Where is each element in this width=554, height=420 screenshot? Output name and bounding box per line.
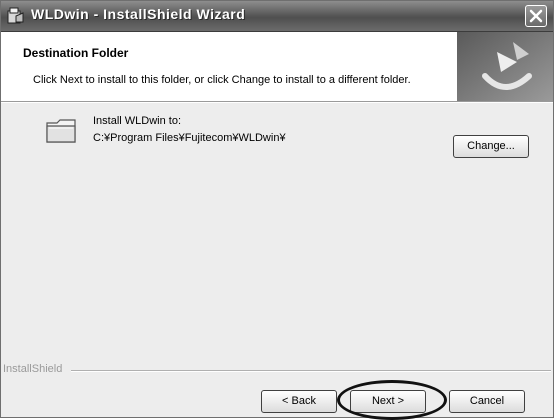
window-title: WLDwin - InstallShield Wizard [31,6,246,22]
wizard-header: Destination Folder Click Next to install… [1,32,553,101]
next-button-highlight [337,380,447,420]
title-bar[interactable]: WLDwin - InstallShield Wizard [1,1,553,32]
change-button[interactable]: Change... [453,135,529,158]
installshield-brand: InstallShield [3,363,63,375]
install-to-label: Install WLDwin to: [93,115,182,127]
installshield-wizard-window: WLDwin - InstallShield Wizard Destinatio… [0,0,554,420]
footer-divider [71,370,551,372]
page-description: Click Next to install to this folder, or… [33,74,411,86]
close-button[interactable] [525,5,547,27]
close-icon [529,9,543,23]
installshield-logo-icon [457,32,553,101]
install-path: C:¥Program Files¥Fujitecom¥WLDwin¥ [93,132,286,144]
installer-icon [7,7,25,25]
cancel-button[interactable]: Cancel [449,390,525,413]
back-button[interactable]: < Back [261,390,337,413]
folder-icon [45,114,79,148]
header-divider [1,101,553,103]
page-title: Destination Folder [23,46,129,60]
